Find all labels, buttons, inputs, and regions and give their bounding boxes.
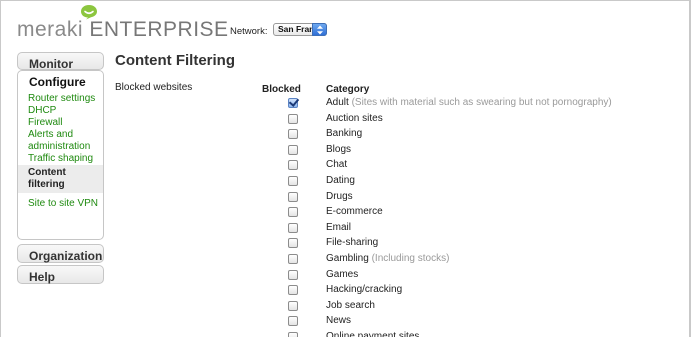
category-row: Online payment sites — [0, 330, 691, 337]
logo-wordmark: meraki ENTERPRISE — [17, 18, 229, 42]
select-arrows-icon[interactable] — [312, 23, 327, 36]
blocked-checkbox[interactable] — [288, 316, 298, 327]
category-name: Blogs — [326, 143, 352, 155]
category-name: Email — [326, 221, 352, 233]
sidebar-monitor[interactable]: Monitor — [17, 52, 104, 71]
blocked-checkbox[interactable] — [288, 253, 298, 264]
blocked-column-header: Blocked — [262, 84, 301, 95]
logo-text-enterprise: ENTERPRISE — [89, 18, 229, 41]
blocked-checkbox[interactable] — [288, 222, 298, 233]
category-note: (Including stocks) — [371, 252, 450, 264]
category-label: Auction sites — [326, 113, 383, 124]
window-border-top — [0, 0, 691, 1]
category-row: Banking — [0, 127, 691, 143]
category-name: Drugs — [326, 190, 353, 202]
category-label: Drugs — [326, 191, 353, 202]
category-name: News — [326, 315, 352, 327]
blocked-checkbox[interactable] — [288, 331, 298, 337]
category-row: Games — [0, 268, 691, 284]
category-name: Adult — [326, 97, 349, 108]
category-row: Auction sites — [0, 112, 691, 128]
sidebar-monitor-label: Monitor — [29, 57, 73, 71]
category-label: Blogs — [326, 144, 351, 155]
category-name: Hacking/cracking — [326, 284, 403, 296]
category-row: E-commerce — [0, 205, 691, 221]
blocked-checkbox[interactable] — [288, 269, 298, 280]
category-row: Job search — [0, 299, 691, 315]
blocked-checkbox[interactable] — [288, 98, 298, 108]
category-name: Auction sites — [326, 112, 383, 124]
category-name: File-sharing — [326, 237, 379, 249]
category-label: Job search — [326, 300, 375, 311]
category-name: Online payment sites — [326, 330, 420, 337]
category-label: Chat — [326, 159, 347, 170]
category-label: Adult (Sites with material such as swear… — [326, 97, 612, 108]
category-label: News — [326, 315, 351, 326]
category-name: Chat — [326, 159, 348, 171]
blocked-checkbox[interactable] — [288, 300, 298, 311]
meraki-logo[interactable]: meraki ENTERPRISE — [17, 5, 237, 42]
logo-text-meraki: meraki — [17, 18, 84, 41]
category-label: E-commerce — [326, 206, 383, 217]
category-name: E-commerce — [326, 206, 383, 218]
category-label: Dating — [326, 175, 355, 186]
category-name: Job search — [326, 299, 375, 311]
category-name: Games — [326, 268, 359, 280]
category-list: Adult (Sites with material such as swear… — [0, 96, 691, 337]
blocked-checkbox[interactable] — [288, 191, 298, 202]
blocked-checkbox[interactable] — [288, 160, 298, 171]
category-name: Gambling — [326, 252, 369, 264]
category-label: Gambling (Including stocks) — [326, 253, 449, 264]
blocked-checkbox[interactable] — [288, 113, 298, 124]
category-row: Drugs — [0, 190, 691, 206]
category-row: Hacking/cracking — [0, 283, 691, 299]
category-label: Email — [326, 222, 351, 233]
category-row: News — [0, 314, 691, 330]
category-name: Dating — [326, 174, 355, 186]
category-row: File-sharing — [0, 236, 691, 252]
page-title: Content Filtering — [115, 52, 235, 69]
category-row: Blogs — [0, 143, 691, 159]
category-row: Adult (Sites with material such as swear… — [0, 96, 691, 112]
category-row: Gambling (Including stocks) — [0, 252, 691, 268]
blocked-websites-label: Blocked websites — [115, 82, 193, 93]
blocked-checkbox[interactable] — [288, 175, 298, 186]
blocked-checkbox[interactable] — [288, 144, 298, 155]
category-column-header: Category — [326, 84, 370, 95]
category-label: File-sharing — [326, 237, 378, 248]
blocked-checkbox[interactable] — [288, 207, 298, 218]
category-label: Banking — [326, 128, 362, 139]
category-label: Hacking/cracking — [326, 284, 402, 295]
category-note: (Sites with material such as swearing bu… — [351, 97, 612, 108]
blocked-checkbox[interactable] — [288, 285, 298, 296]
blocked-checkbox[interactable] — [288, 238, 298, 249]
category-label: Online payment sites — [326, 331, 419, 337]
blocked-checkbox[interactable] — [288, 129, 298, 140]
category-row: Chat — [0, 158, 691, 174]
category-label: Games — [326, 269, 358, 280]
category-name: Banking — [326, 128, 363, 140]
category-row: Email — [0, 221, 691, 237]
category-row: Dating — [0, 174, 691, 190]
sidebar-configure-label[interactable]: Configure — [18, 71, 103, 89]
network-label: Network: — [230, 26, 268, 37]
